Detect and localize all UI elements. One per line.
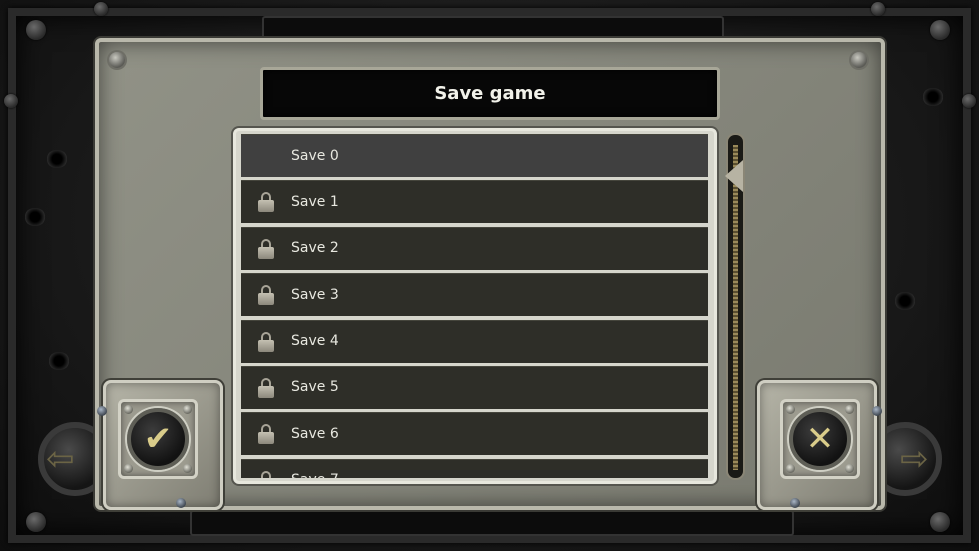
bolt-icon xyxy=(183,464,192,473)
bolt-icon xyxy=(97,406,107,416)
dialog-title: Save game xyxy=(434,83,546,104)
bottom-slot xyxy=(190,510,794,536)
bolt-icon xyxy=(930,512,950,532)
bullet-hole-icon xyxy=(922,88,944,106)
bolt-icon xyxy=(26,512,46,532)
confirm-button-plate: ✔ xyxy=(103,380,223,510)
save-slot-label: Save 1 xyxy=(291,193,339,210)
scrollbar-thumb[interactable] xyxy=(725,160,745,192)
save-slot-label: Save 5 xyxy=(291,379,339,396)
lock-icon xyxy=(258,238,274,259)
save-slot-row[interactable]: Save 4 xyxy=(241,319,708,363)
bolt-icon xyxy=(124,405,133,414)
cancel-button-circle: ✕ xyxy=(789,408,851,470)
save-slot-row[interactable]: Save 7 xyxy=(241,458,708,478)
lock-icon xyxy=(258,285,274,306)
lock-icon xyxy=(258,192,274,213)
lock-icon xyxy=(258,377,274,398)
bolt-icon xyxy=(183,405,192,414)
bolt-icon xyxy=(26,20,46,40)
save-slot-label: Save 4 xyxy=(291,333,339,350)
check-icon: ✔ xyxy=(143,419,173,459)
cancel-button[interactable]: ✕ xyxy=(780,399,860,479)
bolt-icon xyxy=(124,464,133,473)
bolt-icon xyxy=(930,20,950,40)
lock-cell xyxy=(241,134,291,177)
bullet-hole-icon xyxy=(24,208,46,226)
save-slot-list-inner: Save 0 Save 1 Save 2 Save 3 Save 4 Save 5 Save… xyxy=(241,134,708,478)
right-arrow-icon: ⇨ xyxy=(900,439,929,479)
bolt-icon xyxy=(109,52,125,68)
lock-cell xyxy=(241,459,291,478)
bolt-icon xyxy=(851,52,867,68)
save-slot-row[interactable]: Save 3 xyxy=(241,273,708,317)
confirm-button-circle: ✔ xyxy=(127,408,189,470)
lock-cell xyxy=(241,320,291,363)
close-icon: ✕ xyxy=(805,419,835,459)
bullet-hole-icon xyxy=(48,352,70,370)
bolt-icon xyxy=(962,94,976,108)
save-slot-list[interactable]: Save 0 Save 1 Save 2 Save 3 Save 4 Save 5 Save… xyxy=(233,128,717,484)
left-arrow-icon: ⇦ xyxy=(46,439,75,479)
lock-cell xyxy=(241,180,291,223)
bolt-icon xyxy=(845,405,854,414)
lock-icon xyxy=(258,424,274,445)
save-slot-row[interactable]: Save 5 xyxy=(241,365,708,409)
save-slot-row[interactable]: Save 0 xyxy=(241,134,708,177)
bolt-icon xyxy=(871,2,885,16)
bolt-icon xyxy=(4,94,18,108)
bolt-icon xyxy=(786,464,795,473)
save-slot-label: Save 0 xyxy=(291,147,339,164)
lock-cell xyxy=(241,366,291,409)
scrollbar-thumb-icon xyxy=(725,160,743,192)
bullet-hole-icon xyxy=(894,292,916,310)
save-slot-row[interactable]: Save 1 xyxy=(241,180,708,224)
bolt-icon xyxy=(94,2,108,16)
save-slot-row[interactable]: Save 6 xyxy=(241,412,708,456)
bolt-icon xyxy=(176,498,186,508)
save-slot-label: Save 7 xyxy=(291,472,339,478)
bolt-icon xyxy=(790,498,800,508)
save-slot-label: Save 6 xyxy=(291,425,339,442)
save-slot-label: Save 3 xyxy=(291,286,339,303)
lock-cell xyxy=(241,412,291,455)
bullet-hole-icon xyxy=(46,150,68,168)
dialog-title-bar: Save game xyxy=(260,67,720,120)
cancel-button-plate: ✕ xyxy=(757,380,877,510)
lock-icon xyxy=(258,331,274,352)
save-slot-row[interactable]: Save 2 xyxy=(241,226,708,270)
save-slot-label: Save 2 xyxy=(291,240,339,257)
lock-cell xyxy=(241,227,291,270)
lock-cell xyxy=(241,273,291,316)
bolt-icon xyxy=(872,406,882,416)
bolt-icon xyxy=(786,405,795,414)
scrollbar-rail xyxy=(733,145,738,470)
lock-icon xyxy=(258,470,274,478)
confirm-button[interactable]: ✔ xyxy=(118,399,198,479)
bolt-icon xyxy=(845,464,854,473)
